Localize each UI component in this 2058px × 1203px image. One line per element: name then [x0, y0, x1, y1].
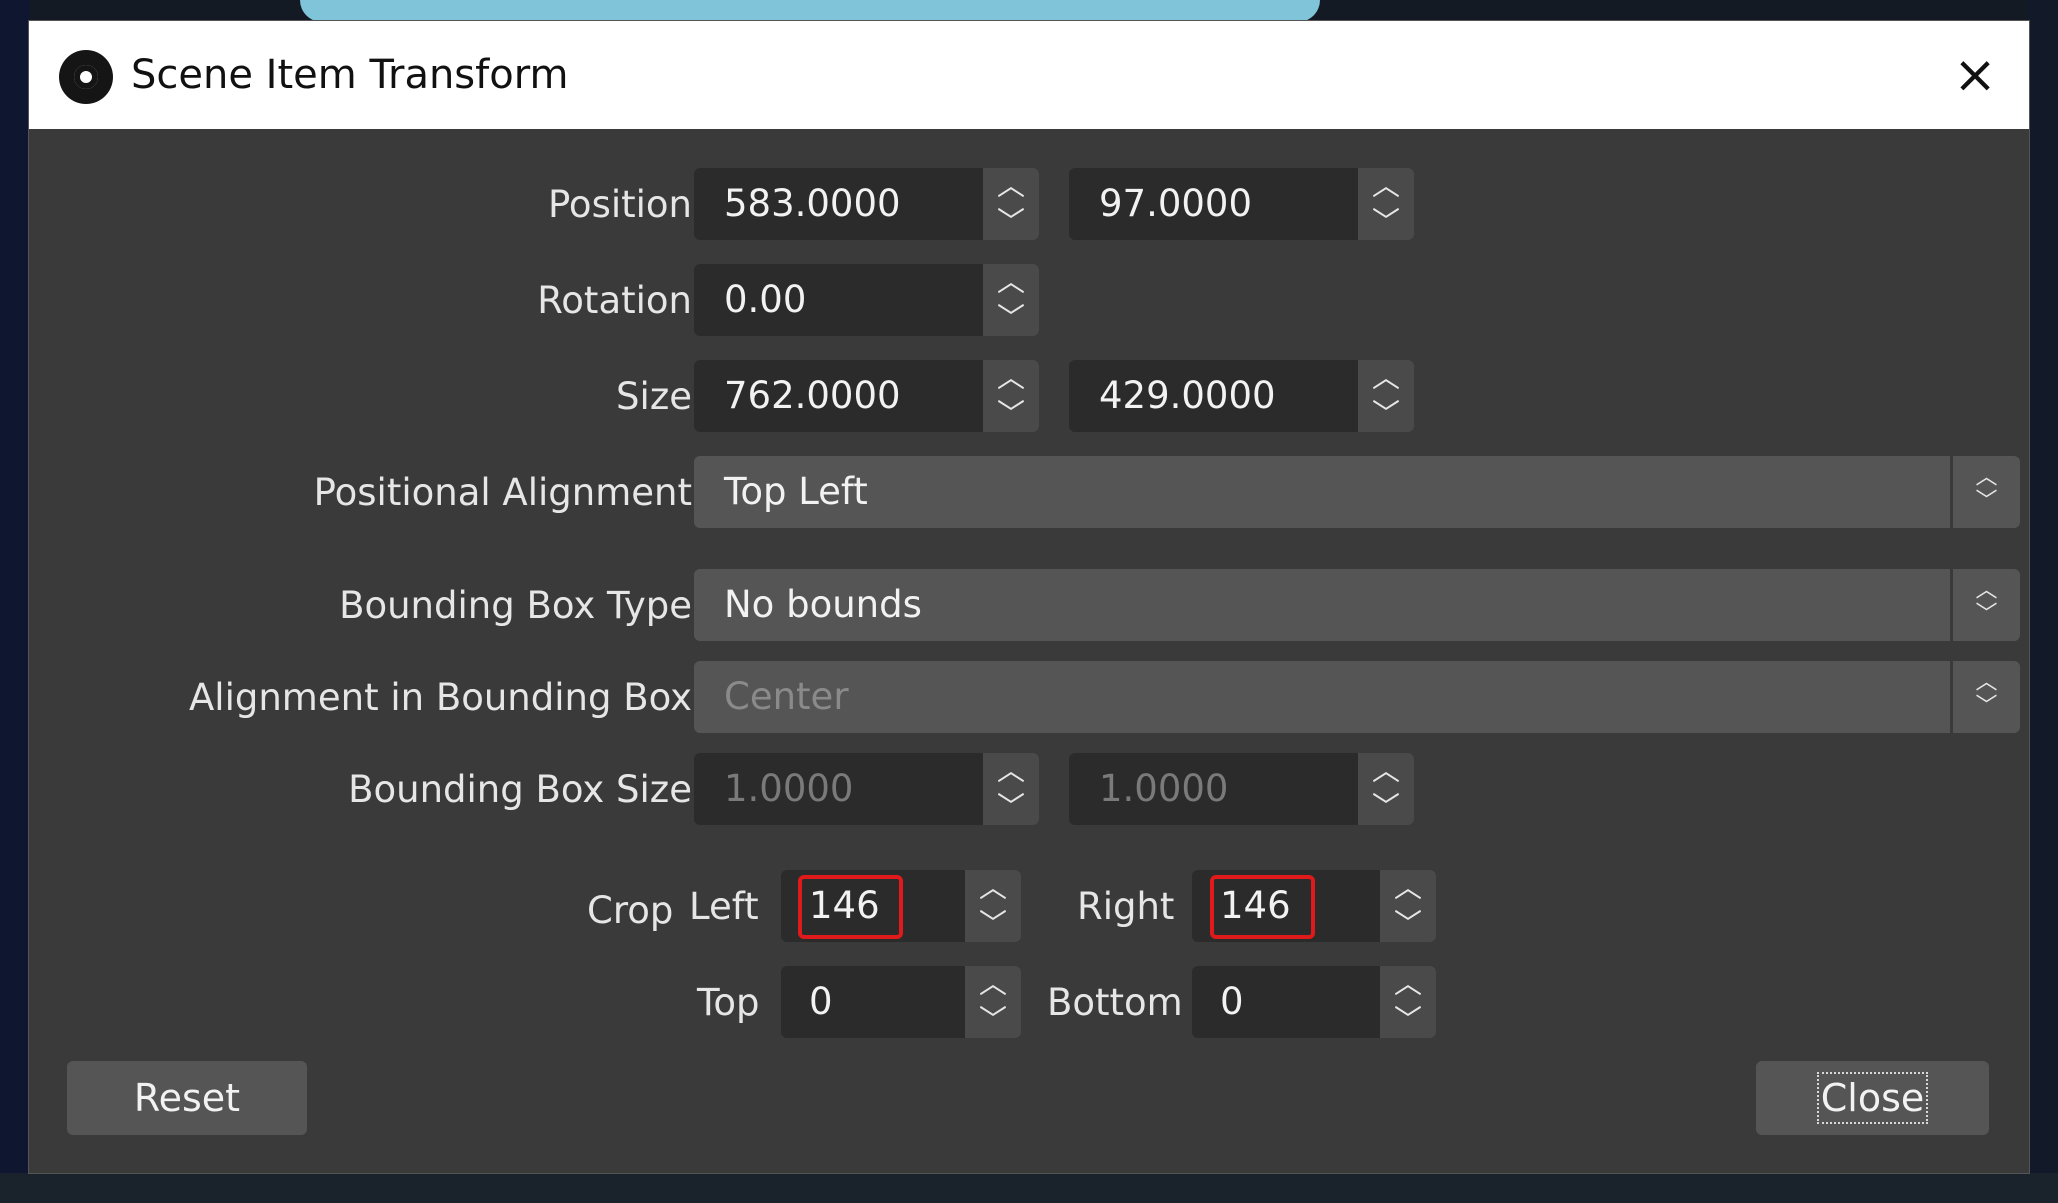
background-right [2028, 0, 2058, 1203]
positional-alignment-select[interactable]: Top Left ︿ ﹀ [694, 456, 2020, 528]
crop-top-label: Top [697, 981, 760, 1024]
bounding-box-type-label: Bounding Box Type [339, 584, 692, 627]
window-title: Scene Item Transform [131, 52, 569, 98]
combo-down-chevron-icon: ﹀ [1975, 489, 1998, 514]
rotation-down-arrow-icon[interactable]: ﹀ [983, 300, 1039, 336]
size-width-down-arrow-icon[interactable]: ﹀ [983, 396, 1039, 432]
crop-left-up-arrow-icon[interactable]: ︿ [965, 870, 1021, 906]
positional-alignment-value: Top Left [724, 470, 868, 513]
crop-label: Crop [587, 889, 674, 932]
rotation-spin-buttons: ︿ ﹀ [983, 264, 1039, 336]
alignment-in-bounding-box-value: Center [724, 675, 849, 718]
background-artwork [300, 0, 1320, 22]
crop-top-down-arrow-icon[interactable]: ﹀ [965, 1002, 1021, 1038]
bbox-width-down-arrow-icon: ﹀ [996, 790, 1025, 823]
combo-up-chevron-icon: ︿ [1975, 670, 1998, 695]
scene-item-transform-dialog: Scene Item Transform × Position 583.0000… [28, 20, 2030, 1174]
size-width-value: 762.0000 [724, 374, 901, 417]
bbox-height-spinbox: 1.0000 ︿ ﹀ [1069, 753, 1414, 825]
position-y-up-arrow-icon[interactable]: ︿ [1358, 168, 1414, 204]
bounding-box-type-select[interactable]: No bounds ︿ ﹀ [694, 569, 2020, 641]
bbox-width-spin-buttons: ︿ ﹀ [983, 753, 1039, 825]
crop-bottom-spinbox[interactable]: 0 ︿ ﹀ [1192, 966, 1436, 1038]
bbox-width-up-arrow-icon: ︿ [996, 754, 1025, 787]
size-height-value: 429.0000 [1099, 374, 1276, 417]
position-x-up-arrow-icon[interactable]: ︿ [983, 168, 1039, 204]
close-icon[interactable]: × [1949, 49, 2001, 101]
crop-right-label: Right [1077, 885, 1175, 928]
combo-arrows-icon: ︿ ﹀ [1950, 569, 2020, 641]
size-height-up-arrow-icon[interactable]: ︿ [1358, 360, 1414, 396]
alignment-in-bounding-box-select: Center ︿ ﹀ [694, 661, 2020, 733]
size-height-spin-buttons: ︿ ﹀ [1358, 360, 1414, 432]
bbox-width-value: 1.0000 [724, 767, 854, 810]
rotation-label: Rotation [537, 279, 692, 322]
rotation-up-arrow-icon[interactable]: ︿ [983, 264, 1039, 300]
position-x-value: 583.0000 [724, 182, 901, 225]
crop-left-highlight-box [798, 875, 903, 939]
crop-bottom-down-arrow-icon[interactable]: ﹀ [1380, 1002, 1436, 1038]
positional-alignment-label: Positional Alignment [313, 471, 692, 514]
rotation-spinbox[interactable]: 0.00 ︿ ﹀ [694, 264, 1039, 336]
position-x-spinbox[interactable]: 583.0000 ︿ ﹀ [694, 168, 1039, 240]
background-left [0, 0, 30, 1203]
rotation-value: 0.00 [724, 278, 807, 321]
size-width-spin-buttons: ︿ ﹀ [983, 360, 1039, 432]
crop-bottom-value: 0 [1220, 980, 1244, 1023]
crop-bottom-spin-buttons: ︿ ﹀ [1380, 966, 1436, 1038]
size-width-up-arrow-icon[interactable]: ︿ [983, 360, 1039, 396]
combo-down-chevron-icon: ﹀ [1975, 602, 1998, 627]
crop-left-down-arrow-icon[interactable]: ﹀ [965, 906, 1021, 942]
reset-button-label: Reset [133, 1076, 241, 1120]
crop-right-up-arrow-icon[interactable]: ︿ [1380, 870, 1436, 906]
crop-bottom-up-arrow-icon[interactable]: ︿ [1380, 966, 1436, 1002]
crop-right-highlight-box [1210, 875, 1315, 939]
reset-button[interactable]: Reset [67, 1061, 307, 1135]
combo-up-chevron-icon: ︿ [1975, 578, 1998, 603]
bbox-height-spin-buttons: ︿ ﹀ [1358, 753, 1414, 825]
bounding-box-type-value: No bounds [724, 583, 922, 626]
crop-left-label: Left [689, 885, 759, 928]
crop-top-spinbox[interactable]: 0 ︿ ﹀ [781, 966, 1021, 1038]
close-button-label: Close [1816, 1072, 1929, 1124]
crop-left-spin-buttons: ︿ ﹀ [965, 870, 1021, 942]
size-label: Size [616, 375, 692, 418]
crop-right-spin-buttons: ︿ ﹀ [1380, 870, 1436, 942]
crop-top-spin-buttons: ︿ ﹀ [965, 966, 1021, 1038]
combo-up-chevron-icon: ︿ [1975, 465, 1998, 490]
bbox-height-down-arrow-icon: ﹀ [1371, 790, 1400, 823]
crop-right-down-arrow-icon[interactable]: ﹀ [1380, 906, 1436, 942]
title-bar: Scene Item Transform × [29, 21, 2029, 129]
combo-down-chevron-icon: ﹀ [1975, 694, 1998, 719]
obs-logo-icon [59, 50, 113, 104]
crop-top-up-arrow-icon[interactable]: ︿ [965, 966, 1021, 1002]
bbox-height-value: 1.0000 [1099, 767, 1229, 810]
combo-arrows-icon: ︿ ﹀ [1950, 456, 2020, 528]
background-bottom [0, 1173, 2058, 1203]
crop-top-value: 0 [809, 980, 833, 1023]
close-button[interactable]: Close [1756, 1061, 1989, 1135]
bbox-height-up-arrow-icon: ︿ [1371, 754, 1400, 787]
size-width-spinbox[interactable]: 762.0000 ︿ ﹀ [694, 360, 1039, 432]
size-height-down-arrow-icon[interactable]: ﹀ [1358, 396, 1414, 432]
position-x-spin-buttons: ︿ ﹀ [983, 168, 1039, 240]
position-y-spin-buttons: ︿ ﹀ [1358, 168, 1414, 240]
combo-arrows-icon: ︿ ﹀ [1950, 661, 2020, 733]
size-height-spinbox[interactable]: 429.0000 ︿ ﹀ [1069, 360, 1414, 432]
alignment-in-bounding-box-label: Alignment in Bounding Box [189, 676, 692, 719]
bbox-width-spinbox: 1.0000 ︿ ﹀ [694, 753, 1039, 825]
crop-bottom-label: Bottom [1047, 981, 1183, 1024]
bounding-box-size-label: Bounding Box Size [348, 768, 692, 811]
position-x-down-arrow-icon[interactable]: ﹀ [983, 204, 1039, 240]
position-y-down-arrow-icon[interactable]: ﹀ [1358, 204, 1414, 240]
position-y-value: 97.0000 [1099, 182, 1253, 225]
position-y-spinbox[interactable]: 97.0000 ︿ ﹀ [1069, 168, 1414, 240]
position-label: Position [547, 183, 692, 226]
